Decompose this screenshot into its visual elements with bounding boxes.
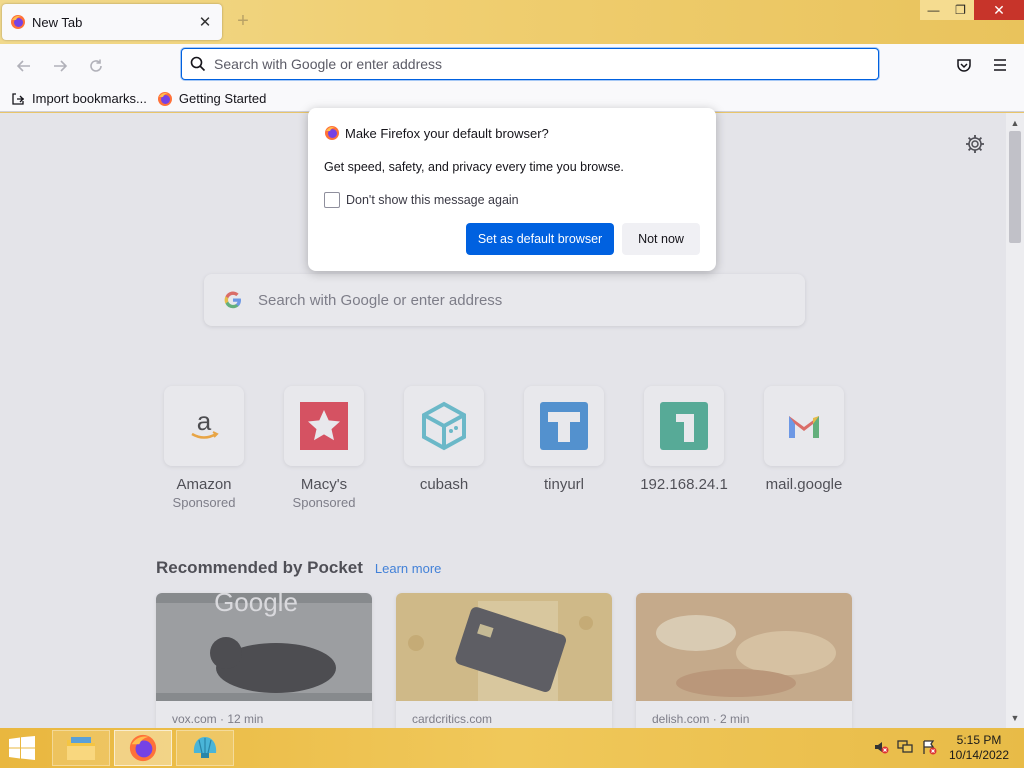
firefox-icon — [129, 734, 157, 762]
default-browser-dialog: Make Firefox your default browser? Get s… — [308, 108, 716, 271]
card-image — [396, 593, 612, 701]
top-sites: a Amazon Sponsored Macy's Sponsored cuba… — [154, 386, 874, 516]
bookmark-getting-started[interactable]: Getting Started — [157, 91, 266, 107]
top-site-macys[interactable]: Macy's Sponsored — [274, 386, 374, 510]
checkbox-label: Don't show this message again — [346, 193, 519, 207]
top-site-amazon[interactable]: a Amazon Sponsored — [154, 386, 254, 510]
navigation-toolbar — [0, 44, 1024, 86]
card-image: Google — [156, 593, 372, 701]
bookmark-label: Getting Started — [178, 91, 267, 106]
new-tab-button[interactable]: + — [232, 10, 254, 32]
top-site-tinyurl[interactable]: tinyurl — [514, 386, 614, 495]
dont-show-again-checkbox[interactable] — [324, 192, 340, 208]
pocket-heading: Recommended by Pocket — [156, 558, 363, 577]
taskbar-firefox[interactable] — [114, 730, 172, 766]
cubash-icon — [404, 386, 484, 466]
title-bar: New Tab ✕ + — ❐ ✕ — [0, 0, 1024, 44]
taskbar-file-explorer[interactable] — [52, 730, 110, 766]
top-site-name: Macy's — [300, 476, 348, 493]
system-clock[interactable]: 5:15 PM 10/14/2022 — [944, 733, 1014, 763]
reload-icon — [90, 59, 102, 72]
macys-icon — [284, 386, 364, 466]
minimize-button[interactable]: — — [920, 0, 947, 20]
top-site-mail-google[interactable]: mail.google — [754, 386, 854, 495]
pocket-section-header: Recommended by Pocket Learn more — [156, 558, 441, 578]
top-site-name: 192.168.24.1 — [640, 476, 728, 493]
clock-time: 5:15 PM — [956, 733, 1002, 747]
card-source: cardcritics.com — [412, 712, 493, 726]
shell-icon — [193, 737, 217, 758]
amazon-icon: a — [164, 386, 244, 466]
top-site-name: tinyurl — [543, 476, 584, 493]
clock-date: 10/14/2022 — [948, 748, 1010, 762]
search-icon — [190, 56, 206, 72]
card-image — [636, 593, 852, 701]
network-icon[interactable] — [896, 738, 914, 756]
settings-gear-icon[interactable] — [964, 133, 986, 155]
svg-text:Google: Google — [214, 593, 298, 617]
dialog-header: Make Firefox your default browser? — [324, 125, 549, 141]
pocket-card[interactable]: Google vox.com · 12 min — [156, 593, 372, 728]
scroll-down-arrow-icon[interactable]: ▼ — [1006, 710, 1024, 726]
close-tab-icon[interactable]: ✕ — [196, 13, 214, 31]
close-window-button[interactable]: ✕ — [974, 0, 1024, 20]
hamburger-menu-icon — [994, 59, 1006, 71]
tinyurl-icon — [524, 386, 604, 466]
dialog-title: Make Firefox your default browser? — [345, 125, 549, 141]
menu-button[interactable] — [988, 53, 1012, 77]
windows-logo-icon — [9, 736, 35, 760]
firefox-icon — [325, 126, 339, 140]
set-default-browser-button[interactable]: Set as default browser — [466, 223, 614, 255]
bookmark-import[interactable]: Import bookmarks... — [10, 91, 147, 107]
start-button[interactable] — [6, 734, 38, 762]
taskbar-shell-app[interactable] — [176, 730, 234, 766]
system-tray — [872, 738, 944, 756]
taskbar: 5:15 PM 10/14/2022 — [0, 728, 1024, 768]
pocket-button[interactable] — [952, 53, 976, 77]
pocket-icon — [957, 59, 971, 72]
card-source: vox.com · 12 min — [172, 712, 264, 726]
scrollbar-thumb[interactable] — [1009, 131, 1021, 243]
card-source: delish.com · 2 min — [652, 712, 750, 726]
google-search-box[interactable]: Search with Google or enter address — [204, 274, 805, 326]
file-explorer-icon — [67, 737, 95, 760]
not-now-button[interactable]: Not now — [622, 223, 700, 255]
top-site-name: mail.google — [765, 476, 843, 493]
back-arrow-icon — [16, 60, 30, 72]
sponsored-label: Sponsored — [292, 495, 356, 510]
learn-more-link[interactable]: Learn more — [375, 561, 441, 576]
firefox-icon — [11, 15, 25, 29]
forward-button[interactable] — [48, 54, 72, 78]
numeric-1-icon — [644, 386, 724, 466]
dialog-message: Get speed, safety, and privacy every tim… — [324, 160, 624, 174]
svg-text:a: a — [197, 406, 212, 436]
google-g-icon — [224, 291, 241, 309]
scroll-up-arrow-icon[interactable]: ▲ — [1006, 115, 1024, 131]
top-site-cubash[interactable]: cubash — [394, 386, 494, 495]
pocket-card[interactable]: delish.com · 2 min — [636, 593, 852, 728]
volume-muted-icon[interactable] — [872, 738, 890, 756]
maximize-button[interactable]: ❐ — [947, 0, 974, 20]
firefox-icon — [157, 91, 173, 107]
search-placeholder: Search with Google or enter address — [258, 291, 503, 309]
top-site-name: Amazon — [176, 476, 232, 493]
window-controls: — ❐ ✕ — [920, 0, 1024, 20]
address-bar[interactable] — [181, 48, 879, 80]
top-site-192-168-24-1[interactable]: 192.168.24.1 — [634, 386, 734, 495]
gmail-icon — [764, 386, 844, 466]
tab-new-tab[interactable]: New Tab ✕ — [2, 4, 222, 40]
back-button[interactable] — [12, 54, 36, 78]
pocket-card[interactable]: cardcritics.com — [396, 593, 612, 728]
reload-button[interactable] — [84, 54, 108, 78]
action-center-flag-icon[interactable] — [920, 738, 938, 756]
import-icon — [10, 91, 26, 107]
sponsored-label: Sponsored — [172, 495, 236, 510]
dont-show-again-option[interactable]: Don't show this message again — [324, 192, 519, 208]
tab-title: New Tab — [32, 14, 83, 30]
top-site-name: cubash — [419, 476, 469, 493]
address-input[interactable] — [214, 56, 854, 72]
forward-arrow-icon — [54, 60, 68, 72]
bookmark-label: Import bookmarks... — [32, 91, 147, 106]
vertical-scrollbar[interactable]: ▲ ▼ — [1006, 113, 1024, 728]
